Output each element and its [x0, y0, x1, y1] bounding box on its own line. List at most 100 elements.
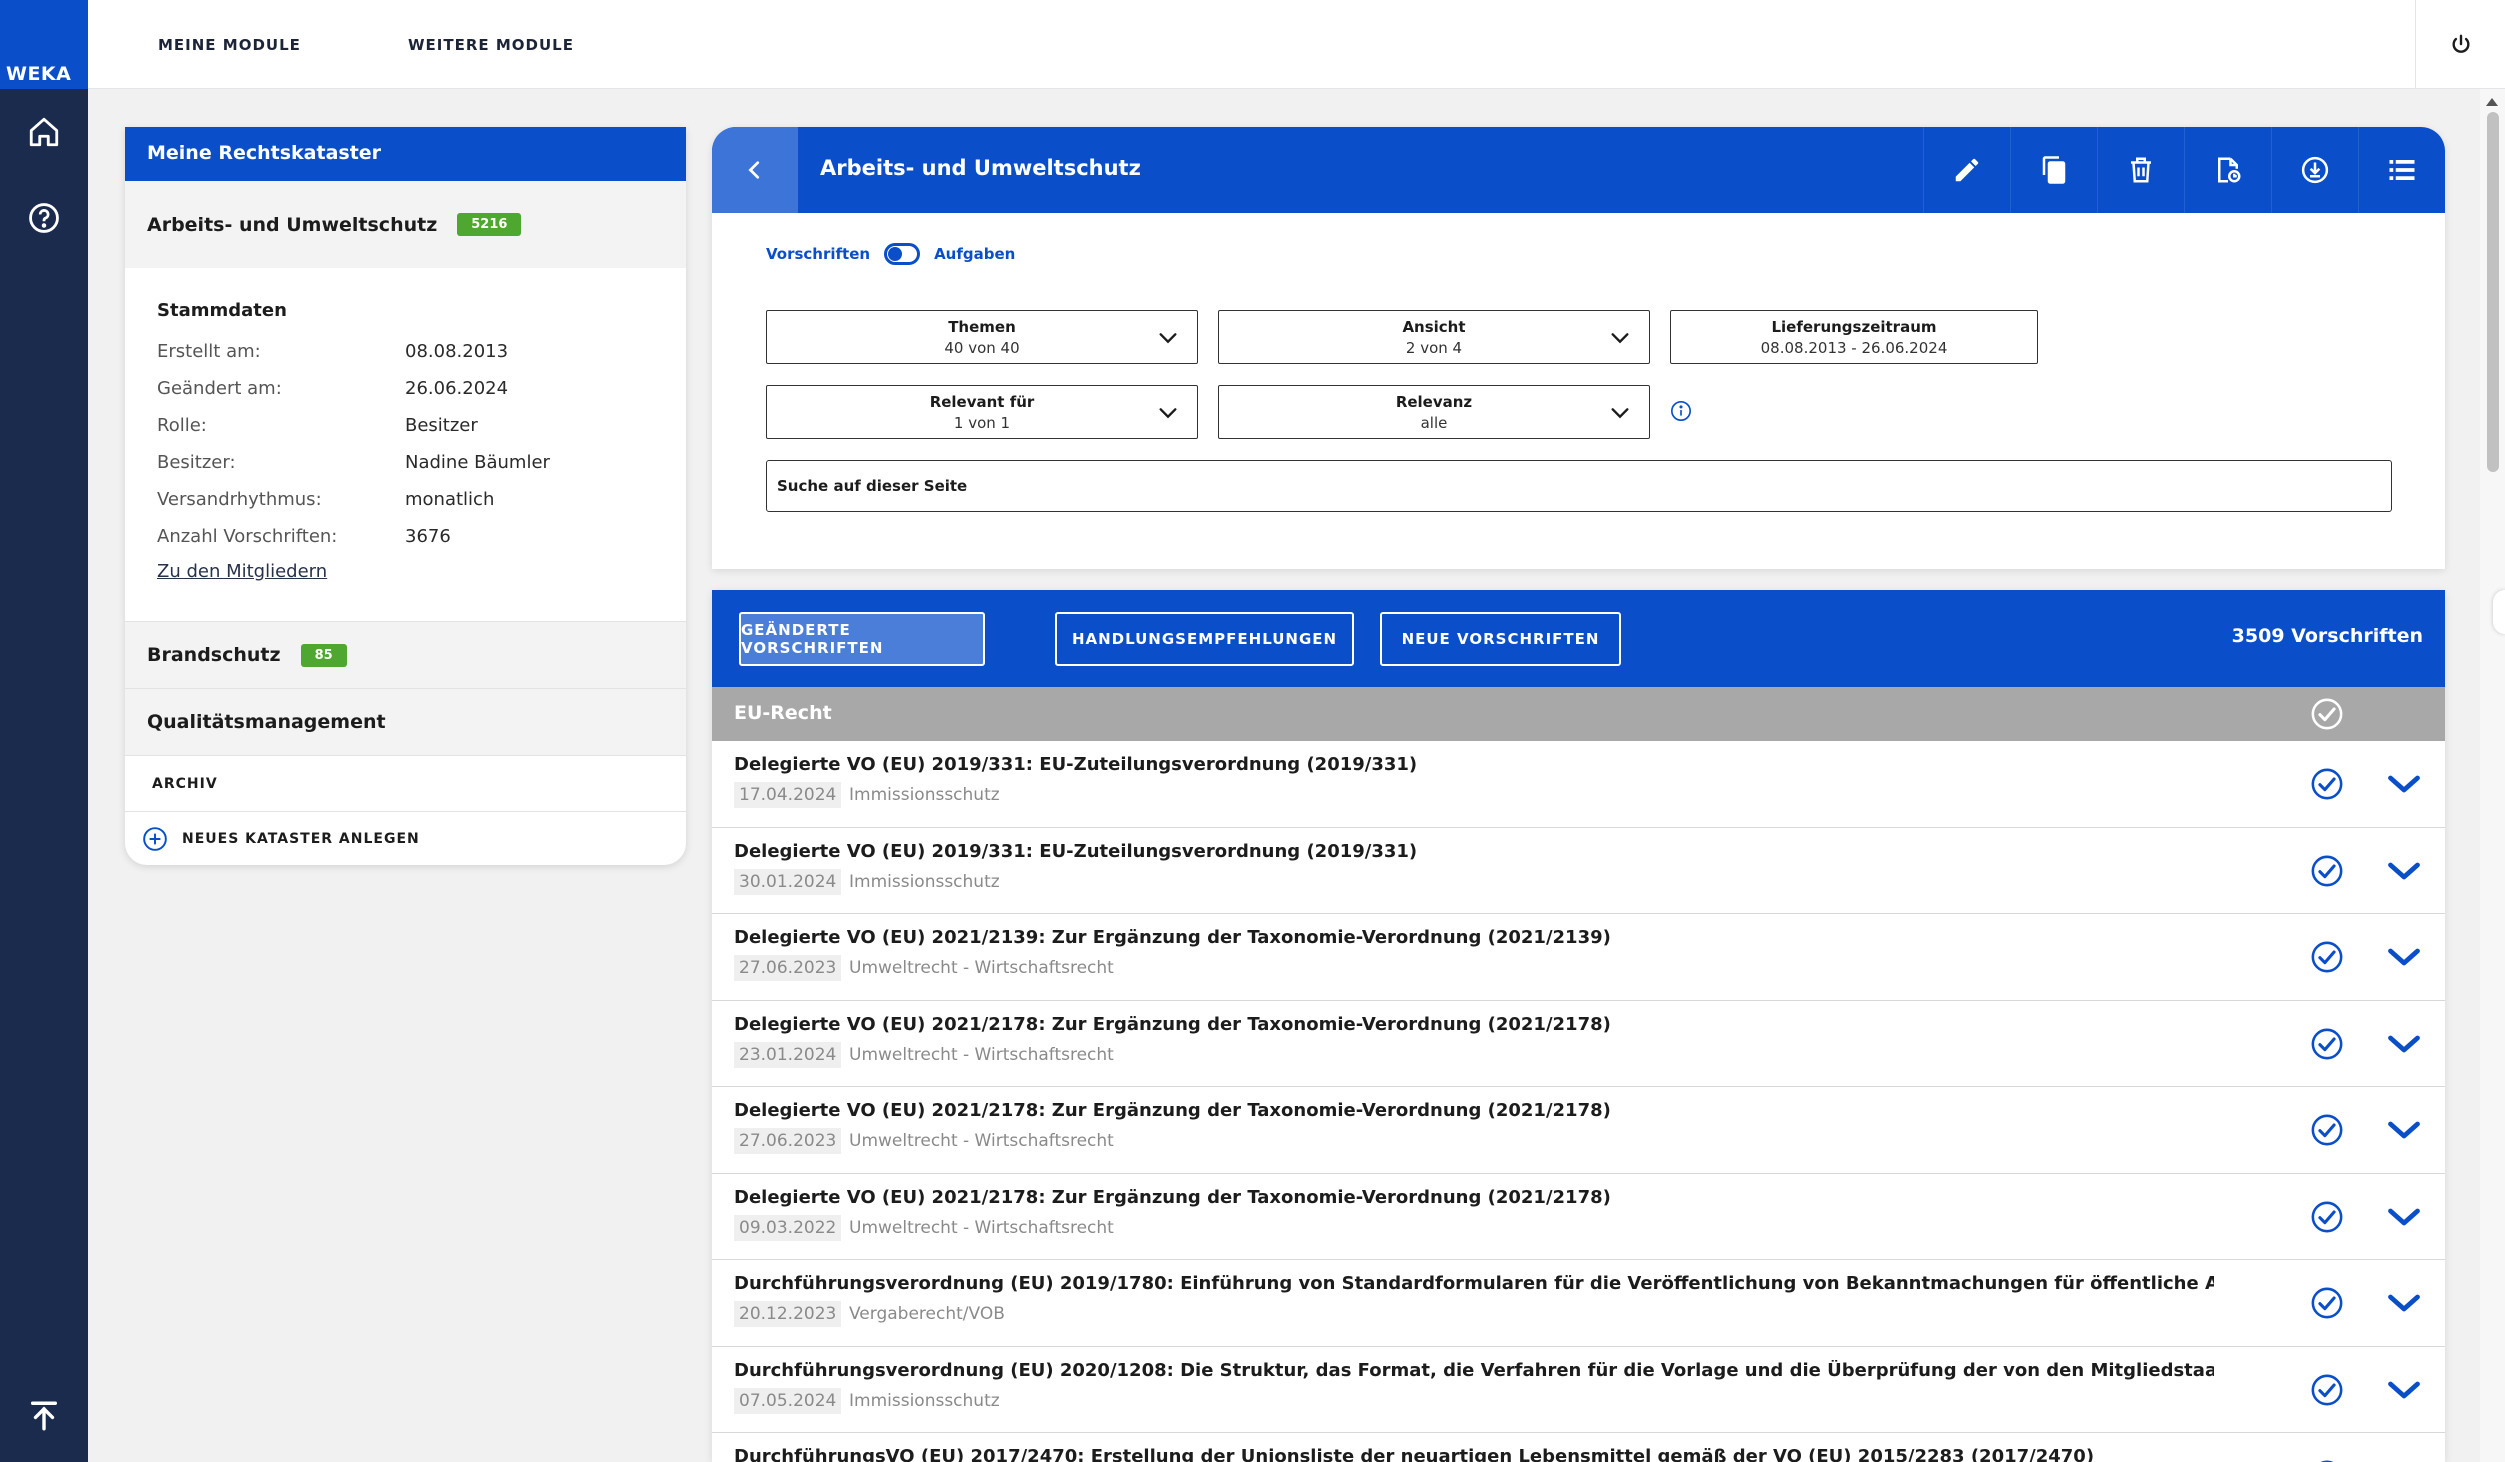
kataster-name: Arbeits- und Umweltschutz [147, 213, 438, 236]
filter-themen[interactable]: Themen 40 von 40 [766, 310, 1198, 364]
help-icon [29, 203, 59, 233]
check-circle-icon[interactable] [2310, 1373, 2344, 1407]
back-button[interactable] [712, 127, 798, 213]
chevron-down-icon[interactable] [2386, 943, 2422, 971]
weka-logo[interactable]: WEKA [0, 0, 88, 89]
filter-lieferungszeitraum[interactable]: Lieferungszeitraum 08.08.2013 - 26.06.20… [1670, 310, 2038, 364]
detail-label: Geändert am: [157, 378, 282, 399]
filter-ansicht[interactable]: Ansicht 2 von 4 [1218, 310, 1650, 364]
item-title: Delegierte VO (EU) 2021/2139: Zur Ergänz… [734, 927, 1611, 948]
item-title: Delegierte VO (EU) 2021/2178: Zur Ergänz… [734, 1186, 1611, 1208]
kataster-panel-title: Meine Rechtskataster [125, 127, 686, 181]
filter-label: Themen [948, 318, 1016, 336]
kataster-item-brandschutz[interactable]: Brandschutz 85 [125, 621, 686, 688]
detail-label: Erstellt am: [157, 341, 261, 362]
check-circle-icon[interactable] [2310, 1027, 2344, 1061]
list-tab-bar: GEÄNDERTE VORSCHRIFTEN HANDLUNGSEMPFEHLU… [712, 590, 2445, 687]
list-view-button[interactable] [2358, 127, 2445, 213]
item-title: Delegierte VO (EU) 2021/2178: Zur Ergänz… [734, 1100, 1611, 1121]
tab-neue-vorschriften[interactable]: NEUE VORSCHRIFTEN [1380, 612, 1621, 666]
check-circle-icon[interactable] [2310, 854, 2344, 888]
detail-row: Geändert am: 26.06.2024 [157, 370, 654, 407]
copy-icon [2042, 156, 2066, 184]
list-item[interactable]: Delegierte VO (EU) 2021/2178: Zur Ergänz… [712, 1173, 2445, 1260]
delete-button[interactable] [2097, 127, 2184, 213]
list-item[interactable]: Delegierte VO (EU) 2021/2139: Zur Ergänz… [712, 914, 2445, 1001]
chevron-down-icon[interactable] [2386, 1203, 2422, 1231]
mode-toggle[interactable] [884, 243, 921, 265]
item-category: Immissionsschutz [849, 871, 1000, 892]
detail-value: monatlich [405, 489, 495, 510]
members-link[interactable]: Zu den Mitgliedern [157, 561, 327, 582]
download-icon [2301, 156, 2329, 184]
chevron-down-icon[interactable] [2386, 857, 2422, 885]
chevron-down-icon[interactable] [2386, 770, 2422, 798]
tab-geaenderte-vorschriften[interactable]: GEÄNDERTE VORSCHRIFTEN [739, 612, 985, 666]
list-item[interactable]: Delegierte VO (EU) 2019/331: EU-Zuteilun… [712, 741, 2445, 828]
item-category: Umweltrecht - Wirtschaftsrecht [849, 1217, 1114, 1238]
list-item[interactable]: Delegierte VO (EU) 2019/331: EU-Zuteilun… [712, 827, 2445, 914]
kataster-name: Qualitätsmanagement [147, 711, 386, 733]
kataster-item-qualitaetsmanagement[interactable]: Qualitätsmanagement [125, 688, 686, 755]
stammdaten-heading: Stammdaten [157, 300, 287, 321]
toggle-label-aufgaben[interactable]: Aufgaben [934, 245, 1015, 263]
rail-help-button[interactable] [0, 175, 88, 261]
filter-value: 1 von 1 [953, 414, 1011, 432]
nav-weitere-module[interactable]: WEITERE MODULE [408, 36, 574, 54]
item-date: 20.12.2023 [734, 1301, 842, 1327]
scrollbar-thumb[interactable] [2487, 112, 2499, 472]
download-button[interactable] [2271, 127, 2358, 213]
count-badge: 85 [300, 643, 347, 667]
scroll-up-arrow[interactable] [2486, 98, 2498, 106]
check-circle-icon[interactable] [2310, 1286, 2344, 1320]
list-item[interactable]: Delegierte VO (EU) 2021/2178: Zur Ergänz… [712, 1087, 2445, 1174]
archive-item[interactable]: ARCHIV [125, 755, 686, 811]
info-icon[interactable] [1670, 400, 1692, 422]
rail-scroll-top-button[interactable] [0, 1373, 88, 1459]
edit-button[interactable] [1923, 127, 2010, 213]
side-handle[interactable] [2493, 590, 2505, 634]
item-date: 17.04.2024 [734, 782, 842, 808]
detail-value: 08.08.2013 [405, 341, 509, 362]
kataster-panel: Meine Rechtskataster Arbeits- und Umwelt… [125, 127, 686, 865]
report-button[interactable] [2184, 127, 2271, 213]
page-search-input[interactable] [766, 460, 2392, 512]
check-circle-icon[interactable] [2310, 767, 2344, 801]
filter-relevanz[interactable]: Relevanz alle [1218, 385, 1650, 439]
chevron-down-icon[interactable] [2386, 1030, 2422, 1058]
list-item[interactable]: Durchführungsverordnung (EU) 2020/1208: … [712, 1346, 2445, 1433]
kataster-item-active[interactable]: Arbeits- und Umweltschutz 5216 [125, 181, 686, 268]
new-kataster-button[interactable]: NEUES KATASTER ANLEGEN [125, 811, 686, 865]
item-date: 27.06.2023 [734, 955, 842, 981]
new-kataster-label: NEUES KATASTER ANLEGEN [182, 830, 420, 847]
tab-handlungsempfehlungen[interactable]: HANDLUNGSEMPFEHLUNGEN [1055, 612, 1354, 666]
list-item[interactable]: Durchführungsverordnung (EU) 2019/1780: … [712, 1260, 2445, 1347]
kataster-detail-panel: Arbeits- und Umweltschutz Vorschriften A… [712, 127, 2445, 569]
chevron-down-icon[interactable] [2386, 1116, 2422, 1144]
list-item[interactable]: Delegierte VO (EU) 2021/2178: Zur Ergänz… [712, 1000, 2445, 1087]
group-header: EU-Recht [712, 687, 2445, 741]
check-circle-icon[interactable] [2310, 1113, 2344, 1147]
group-check-all-icon[interactable] [2310, 697, 2344, 731]
chevron-down-icon[interactable] [2386, 1289, 2422, 1317]
filter-relevant-fuer[interactable]: Relevant für 1 von 1 [766, 385, 1198, 439]
copy-button[interactable] [2010, 127, 2097, 213]
filter-value: 40 von 40 [944, 339, 1020, 357]
chevron-down-icon[interactable] [2386, 1376, 2422, 1404]
kataster-name: Brandschutz [147, 644, 281, 666]
item-date: 30.01.2024 [734, 868, 842, 895]
side-rail: WEKA [0, 0, 88, 1462]
item-category: Vergaberecht/VOB [849, 1304, 1005, 1324]
count-badge: 5216 [457, 213, 522, 236]
check-circle-icon[interactable] [2310, 940, 2344, 974]
toggle-label-vorschriften[interactable]: Vorschriften [766, 245, 870, 263]
logout-button[interactable] [2415, 0, 2505, 89]
check-circle-icon[interactable] [2310, 1200, 2344, 1234]
nav-meine-module[interactable]: MEINE MODULE [158, 36, 301, 54]
list-item[interactable]: DurchführungsVO (EU) 2017/2470: Erstellu… [712, 1433, 2445, 1462]
logo-text: WEKA [6, 63, 72, 85]
rail-home-button[interactable] [0, 89, 88, 175]
detail-label: Versandrhythmus: [157, 489, 322, 510]
list-rows: Delegierte VO (EU) 2019/331: EU-Zuteilun… [712, 741, 2445, 1462]
item-category: Immissionsschutz [849, 1390, 1000, 1411]
